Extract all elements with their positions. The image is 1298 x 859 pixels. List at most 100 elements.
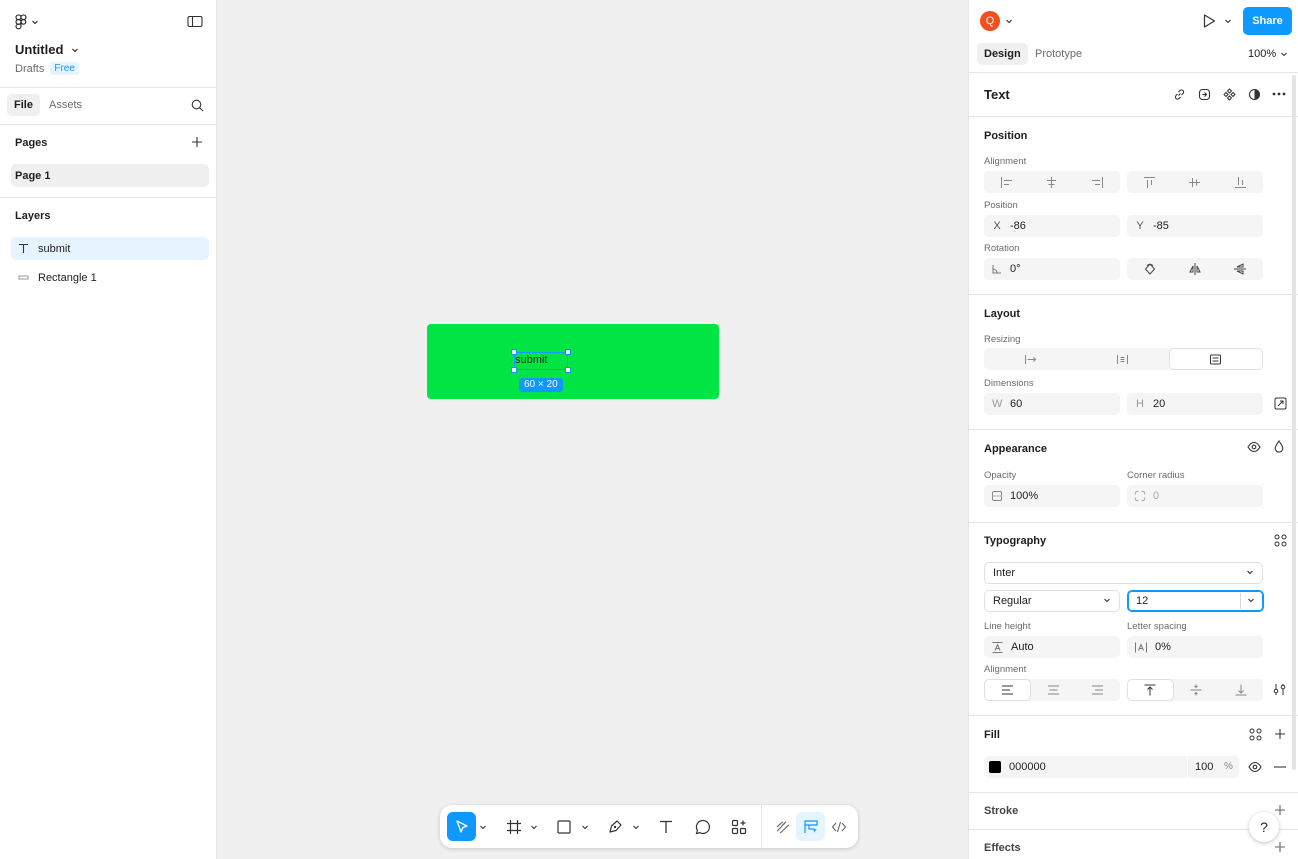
submit-text-selection[interactable]: submit bbox=[511, 349, 571, 373]
height-value: 20 bbox=[1153, 398, 1166, 410]
align-left-button[interactable] bbox=[984, 171, 1029, 193]
canvas[interactable]: submit 60 × 20 bbox=[217, 0, 968, 859]
layer-item-submit[interactable]: submit bbox=[11, 237, 209, 260]
text-align-center-button[interactable] bbox=[1031, 679, 1076, 701]
page-item[interactable]: Page 1 bbox=[11, 164, 209, 187]
component-set-button[interactable] bbox=[1198, 88, 1211, 101]
add-fill-button[interactable] bbox=[1274, 728, 1286, 740]
draw-mode-button[interactable] bbox=[768, 812, 797, 841]
add-effect-button[interactable] bbox=[1274, 841, 1286, 853]
avatar[interactable]: Q bbox=[980, 11, 1000, 31]
main-menu-button[interactable] bbox=[15, 14, 39, 30]
align-top-button[interactable] bbox=[1127, 171, 1172, 193]
dev-mode-button[interactable] bbox=[824, 812, 853, 841]
zoom-menu[interactable]: 100% bbox=[1248, 48, 1288, 60]
shape-tool-menu[interactable] bbox=[580, 812, 590, 841]
resize-handle[interactable] bbox=[511, 367, 517, 373]
text-tool-button[interactable] bbox=[651, 812, 680, 841]
opacity-input[interactable]: 100% bbox=[984, 485, 1120, 507]
panel-scrollbar[interactable] bbox=[1292, 75, 1296, 770]
more-options-button[interactable] bbox=[1272, 92, 1286, 96]
mask-button[interactable] bbox=[1248, 88, 1261, 101]
text-align-middle-button[interactable] bbox=[1174, 679, 1219, 701]
resize-handle[interactable] bbox=[565, 367, 571, 373]
corner-radius-input[interactable]: 0 bbox=[1127, 485, 1263, 507]
frame-tool-button[interactable] bbox=[499, 812, 528, 841]
tab-prototype[interactable]: Prototype bbox=[1028, 43, 1089, 65]
text-align-right-button[interactable] bbox=[1075, 679, 1120, 701]
tab-assets[interactable]: Assets bbox=[42, 94, 89, 116]
toggle-sidebar-button[interactable] bbox=[187, 15, 203, 28]
comment-tool-button[interactable] bbox=[688, 812, 717, 841]
font-family-select[interactable]: Inter bbox=[984, 562, 1263, 584]
share-button[interactable]: Share bbox=[1243, 7, 1292, 35]
link-button[interactable] bbox=[1173, 88, 1186, 101]
fill-styles-button[interactable] bbox=[1249, 728, 1262, 741]
flip-vertical-button[interactable] bbox=[1218, 258, 1263, 280]
align-bottom-button[interactable] bbox=[1218, 171, 1263, 193]
line-height-input[interactable]: Auto bbox=[984, 636, 1120, 658]
height-input[interactable]: H 20 bbox=[1127, 393, 1263, 415]
present-button[interactable] bbox=[1201, 13, 1217, 29]
x-position-input[interactable]: X -86 bbox=[984, 215, 1120, 237]
fixed-size-button[interactable] bbox=[1168, 348, 1263, 370]
fill-color-input[interactable]: 000000 100 % bbox=[984, 756, 1239, 778]
design-mode-button[interactable] bbox=[796, 812, 825, 841]
move-tool-button[interactable] bbox=[447, 812, 476, 841]
flip-horizontal-button[interactable] bbox=[1172, 258, 1217, 280]
rotation-input[interactable]: 0° bbox=[984, 258, 1120, 280]
type-settings-button[interactable] bbox=[1273, 683, 1286, 696]
flip-vertical-icon bbox=[1234, 263, 1247, 275]
width-input[interactable]: W 60 bbox=[984, 393, 1120, 415]
chevron-down-icon bbox=[531, 825, 537, 829]
link-icon bbox=[1174, 89, 1185, 100]
toggle-visibility-button[interactable] bbox=[1247, 441, 1261, 453]
text-align-left-button[interactable] bbox=[984, 679, 1031, 701]
actions-tool-button[interactable] bbox=[724, 812, 753, 841]
y-position-input[interactable]: Y -85 bbox=[1127, 215, 1263, 237]
align-center-h-button[interactable] bbox=[1029, 171, 1074, 193]
rotate-90-button[interactable] bbox=[1127, 258, 1172, 280]
text-styles-button[interactable] bbox=[1274, 534, 1287, 547]
resize-handle[interactable] bbox=[511, 349, 517, 355]
add-page-button[interactable] bbox=[191, 136, 203, 148]
move-tool-menu[interactable] bbox=[478, 812, 488, 841]
text-align-horizontal-group bbox=[984, 679, 1120, 701]
pen-tool-menu[interactable] bbox=[631, 812, 641, 841]
fill-swatch[interactable] bbox=[989, 761, 1001, 773]
text-align-top-button[interactable] bbox=[1127, 679, 1174, 701]
fill-opacity-value[interactable]: 100 bbox=[1195, 761, 1213, 773]
blend-mode-button[interactable] bbox=[1274, 440, 1284, 453]
align-right-button[interactable] bbox=[1075, 171, 1120, 193]
avatar-menu[interactable] bbox=[1005, 17, 1013, 25]
align-middle-button[interactable] bbox=[1172, 171, 1217, 193]
remove-fill-button[interactable] bbox=[1274, 766, 1286, 768]
pen-tool-button[interactable] bbox=[600, 812, 629, 841]
tab-file[interactable]: File bbox=[7, 94, 40, 116]
text-align-bottom-button[interactable] bbox=[1218, 679, 1263, 701]
letter-spacing-input[interactable]: 0% bbox=[1127, 636, 1263, 658]
fixed-size-icon bbox=[1210, 354, 1222, 364]
font-weight-select[interactable]: Regular bbox=[984, 590, 1120, 612]
font-size-input[interactable]: 12 bbox=[1127, 590, 1264, 612]
properties-panel: Q Share Design Prototype 100% Text Posit… bbox=[968, 0, 1298, 859]
resize-handle[interactable] bbox=[565, 349, 571, 355]
help-button[interactable]: ? bbox=[1249, 812, 1279, 842]
chevron-down-icon[interactable] bbox=[1247, 596, 1255, 604]
add-stroke-button[interactable] bbox=[1274, 804, 1286, 816]
rectangle-1[interactable] bbox=[427, 324, 719, 399]
auto-height-button[interactable] bbox=[1076, 348, 1168, 370]
chevron-down-icon bbox=[1281, 52, 1288, 57]
file-location[interactable]: Drafts bbox=[15, 63, 44, 75]
create-component-button[interactable] bbox=[1223, 88, 1236, 101]
tab-design[interactable]: Design bbox=[977, 43, 1028, 65]
fill-visibility-button[interactable] bbox=[1248, 761, 1262, 773]
shape-tool-button[interactable] bbox=[549, 812, 578, 841]
frame-tool-menu[interactable] bbox=[529, 812, 539, 841]
present-menu[interactable] bbox=[1224, 17, 1232, 25]
search-layers-button[interactable] bbox=[191, 99, 204, 112]
file-title-menu[interactable]: Untitled bbox=[15, 42, 79, 57]
constrain-proportions-button[interactable] bbox=[1274, 397, 1287, 410]
layer-item-rectangle[interactable]: Rectangle 1 bbox=[11, 266, 209, 289]
auto-width-button[interactable] bbox=[984, 348, 1076, 370]
